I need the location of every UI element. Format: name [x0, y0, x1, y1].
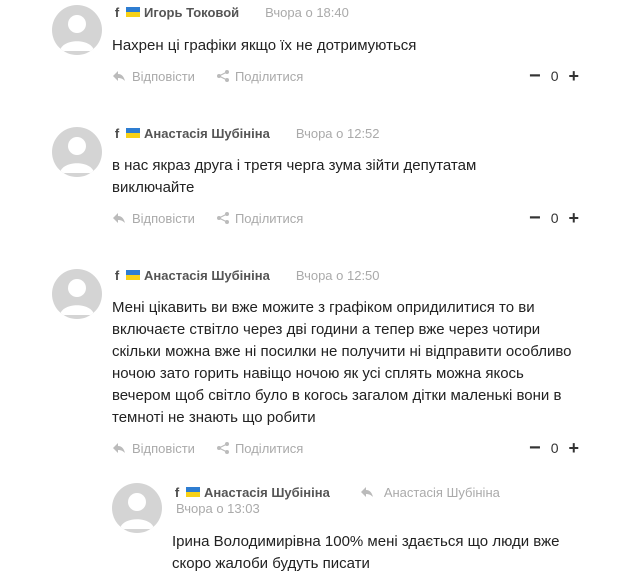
avatar-icon [52, 5, 102, 55]
reply-label: Відповісти [132, 440, 195, 456]
avatar-icon [112, 483, 162, 533]
comment-text: Мені цікавить ви вже можите з графіком о… [112, 299, 572, 426]
facebook-icon: f [174, 484, 180, 500]
upvote-button[interactable]: + [568, 67, 579, 85]
reply-arrow-icon [360, 487, 373, 497]
comment-time[interactable]: Вчора о 12:52 [296, 126, 380, 141]
facebook-icon: f [114, 267, 120, 283]
ukraine-flag-icon [126, 7, 140, 17]
comment-time[interactable]: Вчора о 18:40 [265, 5, 349, 20]
share-label: Поділитися [234, 68, 304, 84]
vote-control: − 0 + [529, 438, 579, 458]
reply-arrow-icon [113, 443, 125, 453]
comment-text: в нас якраз друга і третя черга зума зій… [112, 157, 477, 196]
share-button[interactable]: Поділитися [216, 440, 304, 456]
facebook-icon: f [114, 4, 120, 20]
ukraine-flag-icon [186, 487, 200, 497]
reply-arrow-icon [113, 213, 125, 223]
comment-actions: Відповісти Поділитися [112, 209, 303, 227]
avatar-icon [52, 127, 102, 177]
author-name[interactable]: Анастасія Шубініна [204, 485, 330, 500]
reply-to-link[interactable]: Анастасія Шубініна [360, 485, 500, 500]
comment-meta: f Анастасія Шубініна Вчора о 12:50 [112, 266, 380, 284]
downvote-button[interactable]: − [529, 66, 541, 86]
vote-control: − 0 + [529, 208, 579, 228]
upvote-button[interactable]: + [568, 439, 579, 457]
comment-time[interactable]: Вчора о 13:03 [176, 501, 260, 516]
comment-time[interactable]: Вчора о 12:50 [296, 268, 380, 283]
share-label: Поділитися [234, 440, 304, 456]
share-button[interactable]: Поділитися [216, 68, 304, 84]
vote-score: 0 [550, 68, 559, 84]
reply-button[interactable]: Відповісти [112, 211, 195, 226]
avatar-icon [52, 269, 102, 319]
reply-button[interactable]: Відповісти [112, 441, 195, 456]
author-name[interactable]: Анастасія Шубініна [144, 126, 270, 141]
comment-meta: f Игорь Токовой Вчора о 18:40 [112, 3, 349, 21]
reply-button[interactable]: Відповісти [112, 69, 195, 84]
downvote-button[interactable]: − [529, 438, 541, 458]
comment-text: Нахрен ці графіки якщо їх не дотримуютьс… [112, 37, 417, 54]
comment-text: Ірина Володимирівна 100% мені здається щ… [172, 533, 560, 572]
comment-meta: f Анастасія Шубініна Анастасія Шубініна [172, 483, 500, 501]
vote-control: − 0 + [529, 66, 579, 86]
comment-actions: Відповісти Поділитися [112, 67, 303, 85]
facebook-icon: f [114, 125, 120, 141]
vote-score: 0 [550, 440, 559, 456]
reply-arrow-icon [113, 71, 125, 81]
comment-meta: f Анастасія Шубініна Вчора о 12:52 [112, 124, 380, 142]
ukraine-flag-icon [126, 128, 140, 138]
author-name[interactable]: Анастасія Шубініна [144, 268, 270, 283]
reply-label: Відповісти [132, 210, 195, 226]
share-icon [216, 442, 229, 454]
reply-to-name: Анастасія Шубініна [383, 484, 500, 500]
upvote-button[interactable]: + [568, 209, 579, 227]
share-button[interactable]: Поділитися [216, 210, 304, 226]
vote-score: 0 [550, 210, 559, 226]
reply-label: Відповісти [132, 68, 195, 84]
ukraine-flag-icon [126, 270, 140, 280]
share-label: Поділитися [234, 210, 304, 226]
share-icon [216, 212, 229, 224]
downvote-button[interactable]: − [529, 208, 541, 228]
author-name[interactable]: Игорь Токовой [144, 5, 239, 20]
share-icon [216, 70, 229, 82]
comment-actions: Відповісти Поділитися [112, 439, 303, 457]
